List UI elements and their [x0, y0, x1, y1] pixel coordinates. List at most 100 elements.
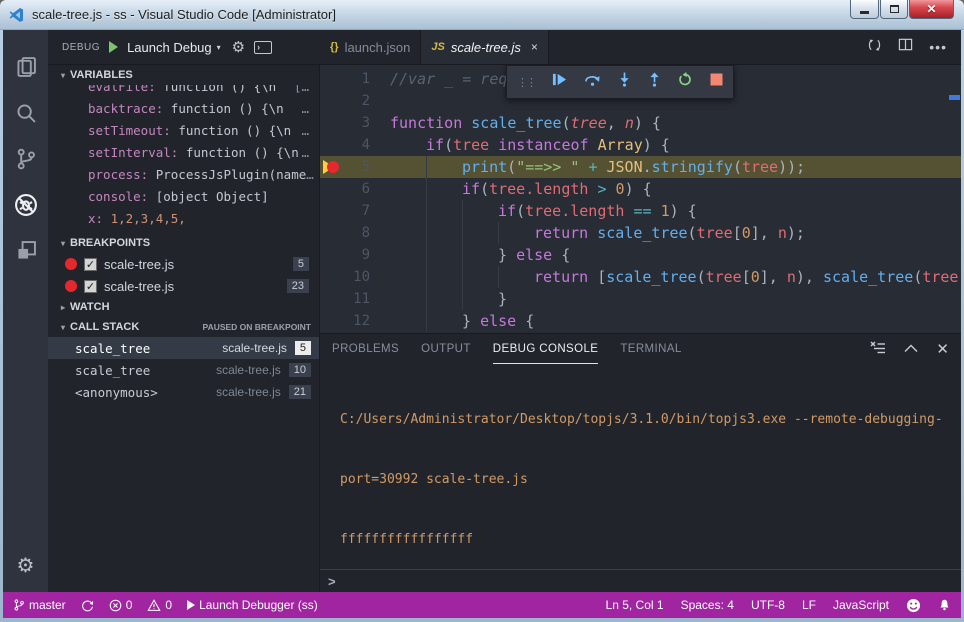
watch-section-header[interactable]: ▸ WATCH [48, 297, 319, 317]
search-icon[interactable] [3, 90, 48, 136]
breakpoints-section-header[interactable]: ▾ BREAKPOINTS [48, 233, 319, 253]
maximize-button[interactable] [880, 0, 908, 19]
code-line[interactable]: 7if(tree.length == 1) { [320, 200, 961, 222]
code-line[interactable]: 11} [320, 288, 961, 310]
code-line[interactable]: 5print("==>> " + JSON.stringify(tree)); [320, 156, 961, 178]
more-actions-icon[interactable]: ••• [929, 39, 947, 55]
language-mode[interactable]: JavaScript [833, 598, 889, 612]
debug-console-icon[interactable]: › [254, 41, 272, 54]
close-button[interactable]: ✕ [909, 0, 954, 19]
code-token [489, 136, 498, 154]
restart-icon[interactable] [678, 72, 693, 92]
variable-ellipsis: … [301, 142, 309, 164]
tab-terminal[interactable]: TERMINAL [620, 334, 681, 364]
stop-icon[interactable] [710, 73, 723, 91]
tab-scale-tree-js[interactable]: JS scale-tree.js × [421, 30, 549, 64]
warning-count[interactable]: 0 [147, 598, 172, 612]
breakpoint-row[interactable]: ✓scale-tree.js23 [48, 275, 319, 297]
top-bar: DEBUG Launch Debug ▾ ⚙ › {} launch.json [48, 30, 961, 65]
variable-row[interactable]: backtrace: function () {\n… [48, 98, 319, 120]
git-branch-indicator[interactable]: master [13, 598, 66, 612]
tab-launch-json[interactable]: {} launch.json [320, 30, 421, 64]
step-over-icon[interactable] [584, 72, 601, 92]
call-stack-frame[interactable]: <anonymous>scale-tree.js21 [48, 381, 319, 403]
extensions-icon[interactable] [3, 228, 48, 274]
debug-icon[interactable] [3, 182, 48, 228]
branch-icon [13, 598, 25, 612]
source-control-icon[interactable] [3, 136, 48, 182]
tab-debug-console[interactable]: DEBUG CONSOLE [493, 334, 599, 364]
encoding[interactable]: UTF-8 [751, 598, 785, 612]
breakpoint-checkbox[interactable]: ✓ [84, 280, 97, 293]
debug-console-output[interactable]: C:/Users/Administrator/Desktop/topjs/3.1… [320, 364, 961, 569]
code-line[interactable]: 3function scale_tree(tree, n) { [320, 112, 961, 134]
indent-guide [390, 266, 426, 288]
console-line: C:/Users/Administrator/Desktop/topjs/3.1… [340, 410, 961, 430]
vscode-window: scale-tree.js - ss - Visual Studio Code … [0, 0, 964, 622]
drag-grip-icon[interactable]: ⋮⋮ [517, 76, 535, 89]
code-editor[interactable]: ⋮⋮ 1//var _ = req23function scale_tree(t… [320, 65, 961, 333]
variable-row[interactable]: setTimeout: function () {\n… [48, 120, 319, 142]
cursor-position[interactable]: Ln 5, Col 1 [606, 598, 664, 612]
sync-icon[interactable] [867, 37, 882, 58]
configure-gear-icon[interactable]: ⚙ [232, 38, 245, 56]
code-line[interactable]: 9} else { [320, 244, 961, 266]
error-count[interactable]: 0 [109, 598, 133, 612]
line-number: 10 [320, 269, 370, 285]
variable-name: setInterval: [88, 142, 186, 164]
close-tab-icon[interactable]: × [531, 40, 538, 54]
code-token: 0 [742, 224, 751, 242]
tab-problems[interactable]: PROBLEMS [332, 334, 399, 364]
breakpoint-dot-icon[interactable] [327, 161, 339, 173]
code-token: > [597, 180, 606, 198]
start-debug-icon[interactable] [109, 41, 118, 53]
explorer-icon[interactable] [3, 44, 48, 90]
maximize-panel-icon[interactable] [904, 340, 918, 358]
debug-config-dropdown[interactable]: Launch Debug ▾ [127, 40, 221, 55]
code-token: tree [571, 114, 607, 132]
titlebar[interactable]: scale-tree.js - ss - Visual Studio Code … [0, 0, 964, 30]
variable-ellipsis: … [301, 120, 309, 142]
breakpoint-row[interactable]: ✓scale-tree.js5 [48, 253, 319, 275]
sync-indicator[interactable] [81, 599, 94, 612]
continue-icon[interactable] [552, 72, 567, 92]
call-stack-section-header[interactable]: ▾ CALL STACK PAUSED ON BREAKPOINT [48, 317, 319, 337]
variable-row[interactable]: console: [object Object] [48, 186, 319, 208]
variable-value: function () {\n [178, 120, 291, 142]
code-token: )); [778, 158, 805, 176]
code-line[interactable]: 4if(tree instanceof Array) { [320, 134, 961, 156]
code-token: { [516, 312, 534, 330]
chevron-down-icon: ▾ [217, 43, 221, 52]
debug-toolbar: ⋮⋮ [506, 65, 734, 99]
variable-row[interactable]: evalFile: function () {\n[… [48, 85, 319, 98]
code-line[interactable]: 10return [scale_tree(tree[0], n), scale_… [320, 266, 961, 288]
console-line: port=30992 scale-tree.js [340, 470, 961, 490]
code-token: tree. [922, 268, 961, 286]
step-out-icon[interactable] [648, 72, 661, 92]
indentation[interactable]: Spaces: 4 [681, 598, 734, 612]
debug-console-input[interactable]: > [320, 569, 961, 592]
code-line[interactable]: 6if(tree.length > 0) { [320, 178, 961, 200]
variables-section-header[interactable]: ▾ VARIABLES [48, 65, 319, 85]
split-editor-icon[interactable] [898, 37, 913, 57]
call-stack-frame[interactable]: scale_treescale-tree.js10 [48, 359, 319, 381]
eol-sequence[interactable]: LF [802, 598, 816, 612]
notifications-bell-icon[interactable] [938, 598, 951, 612]
close-panel-icon[interactable]: ✕ [936, 340, 949, 358]
call-stack-frame[interactable]: scale_treescale-tree.js5 [48, 337, 319, 359]
debugger-status[interactable]: Launch Debugger (ss) [187, 598, 318, 612]
variable-row[interactable]: process: ProcessJsPlugin(name… [48, 164, 319, 186]
code-line[interactable]: 12} else { [320, 310, 961, 332]
minimize-button[interactable] [850, 0, 879, 19]
step-into-icon[interactable] [618, 72, 631, 92]
clear-console-icon[interactable] [870, 340, 886, 359]
feedback-smiley-icon[interactable] [906, 598, 921, 613]
settings-gear-icon[interactable]: ⚙ [17, 553, 35, 578]
code-line[interactable]: 8return scale_tree(tree[0], n); [320, 222, 961, 244]
twisty-expanded-icon: ▾ [61, 323, 65, 332]
tab-output[interactable]: OUTPUT [421, 334, 471, 364]
variable-row[interactable]: x: 1,2,3,4,5, [48, 208, 319, 230]
variable-row[interactable]: setInterval: function () {\n… [48, 142, 319, 164]
indent-guide [390, 134, 426, 156]
breakpoint-checkbox[interactable]: ✓ [84, 258, 97, 271]
